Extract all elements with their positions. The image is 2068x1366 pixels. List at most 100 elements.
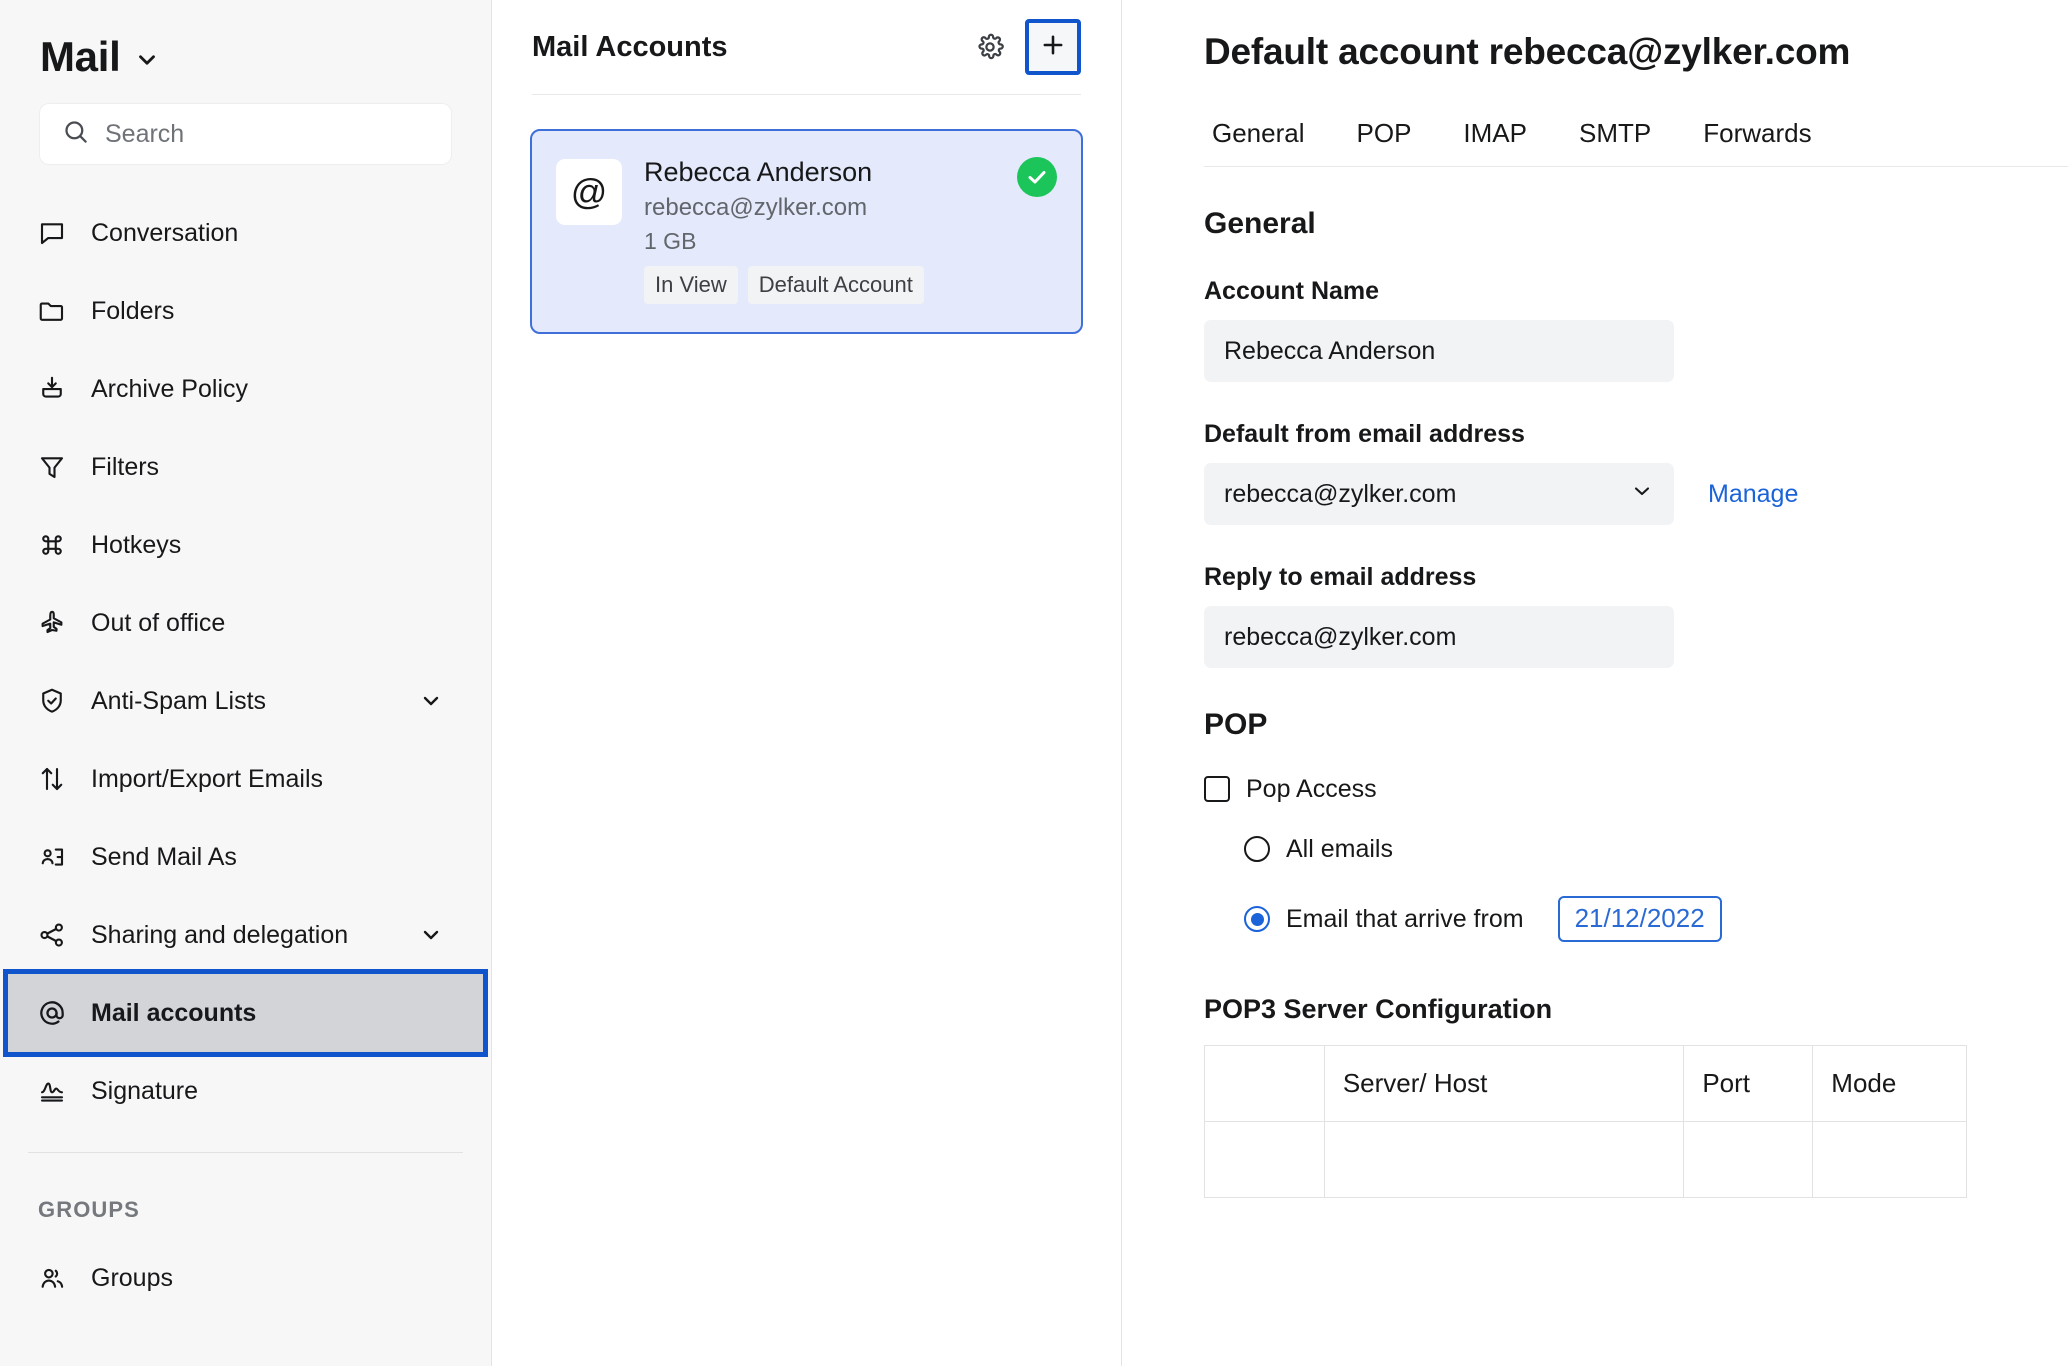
cell-select — [1204, 1121, 1325, 1199]
sidebar-item-conversation[interactable]: Conversation — [0, 194, 491, 272]
table-body — [1204, 1121, 1967, 1199]
panel-title: Mail Accounts — [532, 30, 728, 63]
pop3-server-config-heading: POP3 Server Configuration — [1204, 994, 1553, 1025]
default-from-email-select[interactable]: rebecca@zylker.com — [1204, 463, 1674, 526]
panel-divider — [532, 94, 1081, 95]
sidebar-groups-nav: Groups — [0, 1239, 491, 1317]
people-icon — [33, 1263, 71, 1293]
panel-actions — [967, 19, 1081, 75]
search-icon — [62, 118, 89, 150]
sidebar-item-filters[interactable]: Filters — [0, 428, 491, 506]
email-from-label: Email that arrive from — [1286, 904, 1524, 933]
sidebar-item-label: Signature — [91, 1076, 199, 1105]
sidebar-item-send-mail-as[interactable]: Send Mail As — [0, 818, 491, 896]
sidebar-item-label: Sharing and delegation — [91, 920, 349, 949]
user-card-icon — [33, 842, 71, 872]
pop-access-label: Pop Access — [1246, 774, 1377, 803]
gear-icon[interactable] — [967, 24, 1013, 70]
at-icon — [33, 997, 71, 1029]
cell-port — [1683, 1121, 1814, 1199]
manage-link[interactable]: Manage — [1708, 463, 1798, 525]
sidebar-item-label: Conversation — [91, 218, 239, 247]
pop-all-emails-row[interactable]: All emails — [1204, 834, 2068, 863]
tab-pop[interactable]: POP — [1331, 120, 1438, 166]
sidebar-item-folders[interactable]: Folders — [0, 272, 491, 350]
tab-imap[interactable]: IMAP — [1437, 120, 1553, 166]
sidebar-item-out-of-office[interactable]: Out of office — [0, 584, 491, 662]
pop-access-row[interactable]: Pop Access — [1204, 774, 2068, 803]
chevron-down-icon[interactable] — [134, 41, 160, 73]
pop-access-checkbox[interactable] — [1204, 776, 1230, 803]
from-date-field[interactable]: 21/12/2022 — [1557, 896, 1722, 943]
archive-icon — [33, 374, 71, 404]
column-header-select — [1204, 1045, 1325, 1123]
folder-icon — [33, 296, 71, 326]
account-name: Rebecca Anderson — [644, 157, 873, 187]
sidebar-item-anti-spam-lists[interactable]: Anti-Spam Lists — [0, 662, 491, 740]
app-root: Mail Search Conversation Folders Archive… — [0, 0, 2068, 1366]
mail-accounts-panel: Mail Accounts @ Rebecca Anderson rebecca… — [492, 0, 1122, 1366]
column-header-mode: Mode — [1812, 1045, 1967, 1123]
account-email: rebecca@zylker.com — [644, 194, 868, 222]
sidebar-nav: Conversation Folders Archive Policy Filt… — [0, 194, 491, 1130]
sidebar-item-label: Anti-Spam Lists — [91, 686, 267, 715]
account-name-field[interactable]: Rebecca Anderson — [1204, 320, 1674, 383]
table-row[interactable] — [1204, 1121, 1967, 1199]
column-header-port: Port — [1683, 1045, 1814, 1123]
sidebar-item-sharing-and-delegation[interactable]: Sharing and delegation — [0, 896, 491, 974]
mail-account-card[interactable]: @ Rebecca Anderson rebecca@zylker.com 1 … — [530, 129, 1083, 334]
search-input[interactable]: Search — [40, 104, 451, 164]
pop-email-from-row[interactable]: Email that arrive from 21/12/2022 — [1204, 896, 2068, 943]
default-from-email-value: rebecca@zylker.com — [1224, 479, 1457, 508]
reply-to-email-field[interactable]: rebecca@zylker.com — [1204, 606, 1674, 669]
sidebar-item-label: Folders — [91, 296, 175, 325]
column-header-server-host: Server/ Host — [1323, 1045, 1685, 1123]
page-title: Default account rebecca@zylker.com — [1204, 31, 1851, 72]
all-emails-radio[interactable] — [1244, 836, 1270, 863]
sidebar-item-label: Hotkeys — [91, 530, 182, 559]
default-from-email-label: Default from email address — [1204, 420, 1525, 449]
filter-icon — [33, 452, 71, 482]
tab-forwards[interactable]: Forwards — [1677, 120, 1837, 166]
sidebar-item-label: Groups — [91, 1263, 173, 1292]
plus-icon — [1039, 31, 1067, 64]
share-icon — [33, 920, 71, 950]
sidebar-item-import-export-emails[interactable]: Import/Export Emails — [0, 740, 491, 818]
sidebar-item-label: Out of office — [91, 608, 226, 637]
sidebar-item-signature[interactable]: Signature — [0, 1052, 491, 1130]
account-details: Rebecca Anderson rebecca@zylker.com 1 GB… — [644, 157, 1057, 304]
table-header: Server/ Host Port Mode — [1204, 1045, 1967, 1123]
reply-to-email-label: Reply to email address — [1204, 563, 1477, 592]
account-storage-size: 1 GB — [644, 227, 697, 254]
sidebar-item-label: Import/Export Emails — [91, 764, 324, 793]
sidebar-item-label: Archive Policy — [91, 374, 248, 403]
chevron-down-icon[interactable] — [419, 689, 443, 713]
tab-smtp[interactable]: SMTP — [1553, 120, 1677, 166]
table-header-row: Server/ Host Port Mode — [1204, 1045, 1967, 1123]
conversation-icon — [33, 218, 71, 248]
avatar: @ — [556, 159, 622, 225]
chevron-down-icon[interactable] — [419, 923, 443, 947]
status-badge: In View — [644, 266, 738, 304]
default-from-email-row: rebecca@zylker.com Manage — [1204, 447, 2068, 526]
sidebar-brand[interactable]: Mail — [0, 0, 491, 84]
arrows-up-down-icon — [33, 764, 71, 794]
tab-general[interactable]: General — [1204, 120, 1331, 166]
sidebar-item-label: Filters — [91, 452, 160, 481]
sidebar-item-hotkeys[interactable]: Hotkeys — [0, 506, 491, 584]
shield-check-icon — [33, 686, 71, 716]
add-account-button[interactable] — [1025, 19, 1081, 75]
email-from-radio[interactable] — [1244, 906, 1270, 933]
sidebar-item-mail-accounts[interactable]: Mail accounts — [3, 969, 488, 1057]
brand-title: Mail — [40, 33, 121, 80]
cell-mode — [1812, 1121, 1967, 1199]
account-name-label: Account Name — [1204, 277, 1380, 306]
all-emails-label: All emails — [1286, 834, 1393, 863]
sidebar-item-groups[interactable]: Groups — [0, 1239, 491, 1317]
pop-section-heading: POP — [1204, 708, 1268, 742]
pop3-server-config-table: Server/ Host Port Mode — [1204, 1045, 1967, 1199]
chevron-down-icon — [1630, 479, 1654, 510]
sidebar-item-archive-policy[interactable]: Archive Policy — [0, 350, 491, 428]
search-placeholder: Search — [105, 119, 185, 148]
account-detail-panel: Default account rebecca@zylker.com Gener… — [1122, 0, 2068, 1366]
